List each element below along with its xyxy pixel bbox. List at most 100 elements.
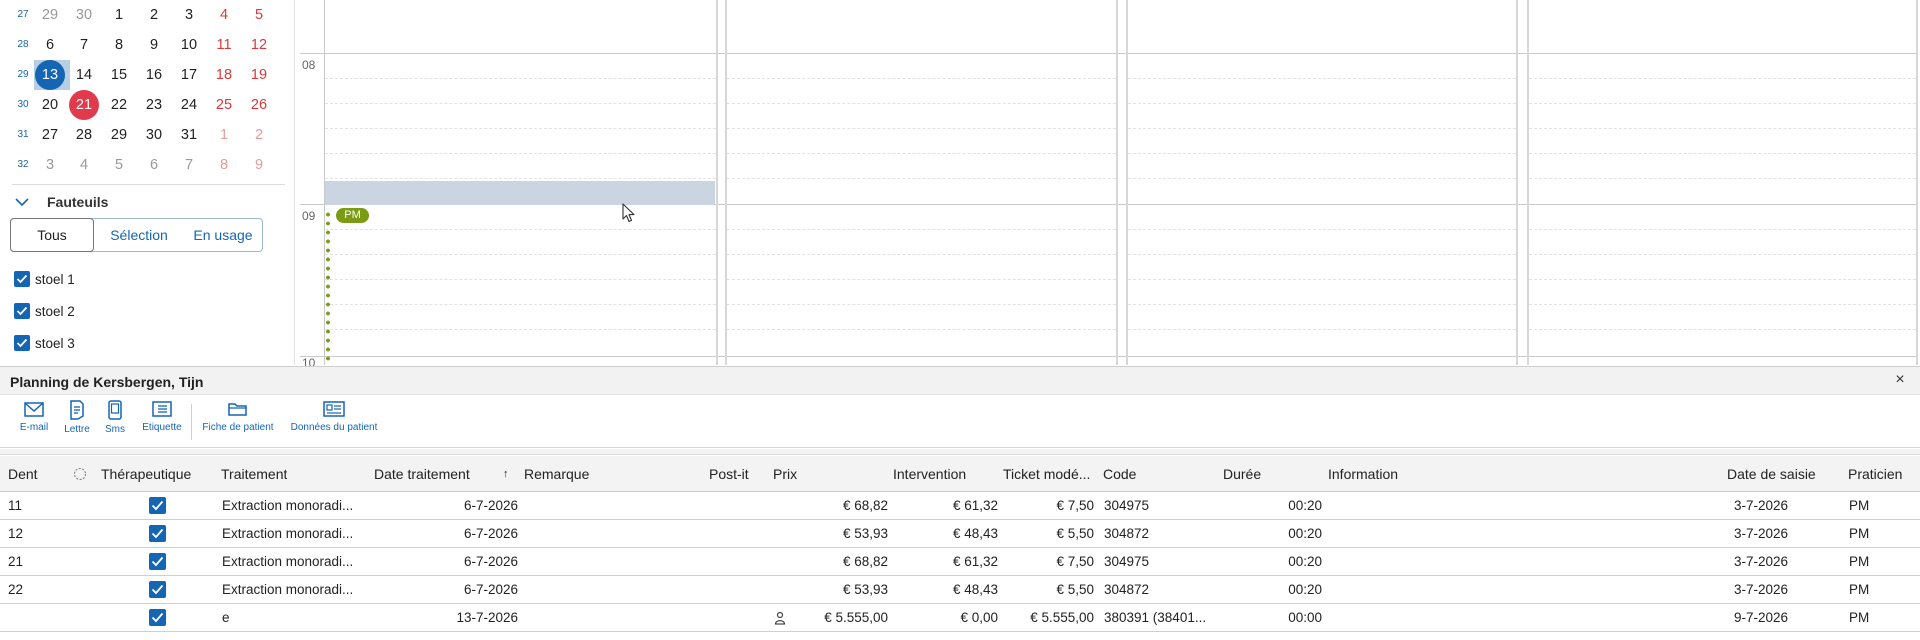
calendar-day[interactable]: 31 xyxy=(173,120,205,150)
calendar-day[interactable]: 19 xyxy=(243,60,275,90)
calendar-day[interactable]: 25 xyxy=(208,90,240,120)
filter-en-usage-button[interactable]: En usage xyxy=(183,219,263,251)
calendar-day[interactable]: 22 xyxy=(103,90,135,120)
col-praticien[interactable]: Praticien xyxy=(1848,456,1902,492)
calendar-day[interactable]: 9 xyxy=(138,30,170,60)
calendar-day[interactable]: 26 xyxy=(243,90,275,120)
calendar-day[interactable]: 8 xyxy=(208,150,240,180)
sort-ascending-icon[interactable]: ↑ xyxy=(503,456,509,492)
calendar-day[interactable]: 28 xyxy=(68,120,100,150)
slot-gridline xyxy=(1128,329,1516,330)
calendar-day[interactable]: 16 xyxy=(138,60,170,90)
checkbox-checked-icon[interactable] xyxy=(149,553,166,570)
filter-tous-button[interactable]: Tous xyxy=(10,218,94,252)
col-code[interactable]: Code xyxy=(1103,456,1136,492)
checkbox-checked-icon[interactable] xyxy=(149,497,166,514)
chair-item[interactable]: stoel 3 xyxy=(14,335,214,353)
calendar-day[interactable]: 8 xyxy=(103,30,135,60)
post-it-person-icon[interactable] xyxy=(774,604,788,631)
cell-duree: 00:20 xyxy=(1288,526,1322,541)
calendar-day[interactable]: 17 xyxy=(173,60,205,90)
calendar-day-today[interactable]: 21 xyxy=(68,90,100,120)
col-traitement[interactable]: Traitement xyxy=(221,456,287,492)
table-row[interactable]: 12 Extraction monoradi... 6-7-2026 € 53,93 €… xyxy=(0,520,1920,548)
table-row[interactable]: 11 Extraction monoradi... 6-7-2026 € 68,82 €… xyxy=(0,492,1920,520)
col-date-traitement[interactable]: Date traitement xyxy=(374,456,470,492)
calendar-day[interactable]: 5 xyxy=(103,150,135,180)
checkbox-checked-icon[interactable] xyxy=(149,525,166,542)
calendar-day[interactable]: 6 xyxy=(138,150,170,180)
calendar-day[interactable]: 18 xyxy=(208,60,240,90)
checkbox-checked-icon[interactable] xyxy=(14,303,30,319)
calendar-week-row: 31 27 28 29 30 31 1 2 xyxy=(0,120,290,150)
folder-icon xyxy=(228,403,247,416)
table-row[interactable]: e 13-7-2026 € 5.555,00 € 0,00 € 5.555,00 3803… xyxy=(0,604,1920,632)
calendar-day[interactable]: 3 xyxy=(173,0,205,30)
week-number[interactable]: 31 xyxy=(12,120,34,150)
checkbox-checked-icon[interactable] xyxy=(14,335,30,351)
col-intervention[interactable]: Intervention xyxy=(893,456,966,492)
table-row[interactable]: 21 Extraction monoradi... 6-7-2026 € 68,82 €… xyxy=(0,548,1920,576)
week-number[interactable]: 29 xyxy=(12,60,34,90)
calendar-day[interactable]: 24 xyxy=(173,90,205,120)
calendar-day[interactable]: 23 xyxy=(138,90,170,120)
week-number[interactable]: 30 xyxy=(12,90,34,120)
week-number[interactable]: 27 xyxy=(12,0,34,30)
col-prix[interactable]: Prix xyxy=(773,456,797,492)
calendar-day[interactable]: 2 xyxy=(243,120,275,150)
calendar-day[interactable]: 30 xyxy=(68,0,100,30)
calendar-day[interactable]: 2 xyxy=(138,0,170,30)
patient-file-button[interactable]: Fiche de patient xyxy=(202,400,274,444)
calendar-day[interactable]: 20 xyxy=(34,90,66,120)
checkbox-checked-icon[interactable] xyxy=(149,609,166,626)
calendar-day[interactable]: 4 xyxy=(68,150,100,180)
status-circle-icon[interactable] xyxy=(73,456,87,492)
col-therapeutique[interactable]: Thérapeutique xyxy=(101,456,191,492)
fauteuils-section-header[interactable]: Fauteuils xyxy=(12,193,282,213)
calendar-day[interactable]: 27 xyxy=(34,120,66,150)
col-post-it[interactable]: Post-it xyxy=(709,456,749,492)
sms-button[interactable]: Sms xyxy=(100,400,130,444)
calendar-day[interactable]: 1 xyxy=(103,0,135,30)
calendar-day[interactable]: 7 xyxy=(173,150,205,180)
close-icon[interactable]: × xyxy=(1892,372,1908,388)
chair-item[interactable]: stoel 2 xyxy=(14,303,214,321)
col-dent[interactable]: Dent xyxy=(8,456,38,492)
calendar-day[interactable]: 10 xyxy=(173,30,205,60)
checkbox-checked-icon[interactable] xyxy=(149,581,166,598)
calendar-day[interactable]: 15 xyxy=(103,60,135,90)
calendar-day[interactable]: 5 xyxy=(243,0,275,30)
col-ticket-moderateur[interactable]: Ticket modé... xyxy=(1003,456,1095,492)
practitioner-tag[interactable]: PM xyxy=(336,208,369,223)
letter-button[interactable]: Lettre xyxy=(60,400,94,444)
week-number[interactable]: 28 xyxy=(12,30,34,60)
calendar-day[interactable]: 11 xyxy=(208,30,240,60)
filter-selection-button[interactable]: Sélection xyxy=(95,219,183,251)
calendar-day[interactable]: 9 xyxy=(243,150,275,180)
table-row[interactable]: 22 Extraction monoradi... 6-7-2026 € 53,93 €… xyxy=(0,576,1920,604)
calendar-day[interactable]: 4 xyxy=(208,0,240,30)
chair-item[interactable]: stoel 1 xyxy=(14,271,214,289)
col-information[interactable]: Information xyxy=(1328,456,1398,492)
etiquette-button[interactable]: Etiquette xyxy=(140,400,184,444)
calendar-day[interactable]: 12 xyxy=(243,30,275,60)
calendar-day[interactable]: 3 xyxy=(34,150,66,180)
col-duree[interactable]: Durée xyxy=(1223,456,1261,492)
calendar-day[interactable]: 30 xyxy=(138,120,170,150)
calendar-day[interactable]: 6 xyxy=(34,30,66,60)
calendar-day-selected[interactable]: 13 xyxy=(34,60,70,90)
email-button[interactable]: E-mail xyxy=(14,400,54,444)
time-slot-selection[interactable] xyxy=(325,181,715,205)
checkbox-checked-icon[interactable] xyxy=(14,271,30,287)
col-date-saisie[interactable]: Date de saisie xyxy=(1727,456,1816,492)
calendar-day[interactable]: 29 xyxy=(103,120,135,150)
calendar-day[interactable]: 1 xyxy=(208,120,240,150)
calendar-day-number: 16 xyxy=(145,67,163,83)
calendar-day-number: 3 xyxy=(45,157,55,173)
col-remarque[interactable]: Remarque xyxy=(524,456,589,492)
calendar-day[interactable]: 14 xyxy=(68,60,100,90)
patient-data-button[interactable]: Données du patient xyxy=(288,400,380,444)
week-number[interactable]: 32 xyxy=(12,150,34,180)
calendar-day[interactable]: 7 xyxy=(68,30,100,60)
calendar-day[interactable]: 29 xyxy=(34,0,66,30)
